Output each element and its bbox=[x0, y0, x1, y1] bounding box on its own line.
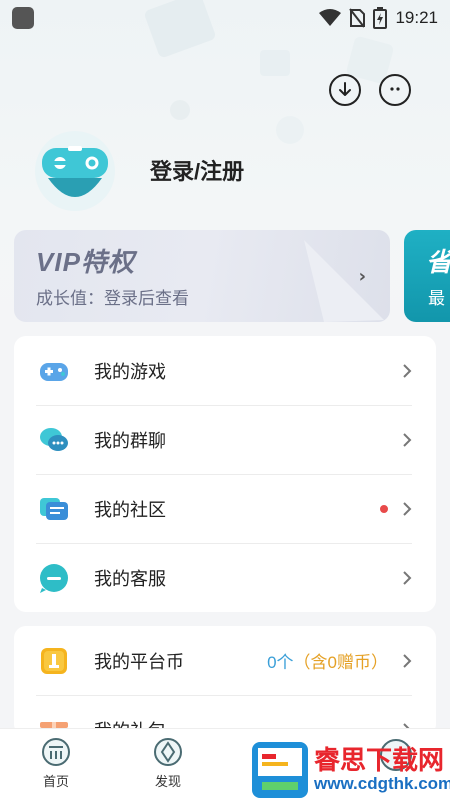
app-notification-icon bbox=[12, 7, 34, 29]
customer-service-icon bbox=[40, 563, 68, 593]
no-sim-icon bbox=[349, 8, 366, 28]
home-icon bbox=[42, 738, 70, 766]
side-card-subtitle: 最 bbox=[428, 289, 445, 308]
gamepad-icon bbox=[40, 362, 68, 381]
menu-item-my-games[interactable]: 我的游戏 bbox=[14, 336, 436, 405]
nav-label: 发现 bbox=[154, 774, 181, 789]
download-icon bbox=[339, 82, 351, 96]
watermark: 睿思下载网 www.cdgthk.com bbox=[250, 738, 450, 800]
menu-label: 我的社区 bbox=[94, 499, 166, 520]
chevron-right-icon bbox=[403, 653, 412, 668]
chat-bubble-icon bbox=[390, 87, 400, 91]
login-register-link[interactable]: 登录/注册 bbox=[150, 154, 244, 186]
avatar[interactable] bbox=[34, 130, 116, 212]
coin-bonus-count: （含0赠币） bbox=[293, 653, 388, 672]
side-card-title: 省 bbox=[426, 247, 450, 277]
vip-card-decoration bbox=[304, 240, 384, 322]
community-icon bbox=[40, 497, 68, 520]
menu-label: 我的平台币 bbox=[94, 651, 184, 672]
nav-tab-discover[interactable]: 发现 bbox=[128, 737, 208, 790]
download-button[interactable] bbox=[329, 74, 361, 106]
menu-card-secondary: 我的平台币 0个（含0赠币） 我的礼包 bbox=[14, 626, 436, 736]
discover-icon bbox=[154, 738, 182, 766]
menu-item-platform-coins[interactable]: 我的平台币 0个（含0赠币） bbox=[14, 626, 436, 695]
nav-tab-home[interactable]: 首页 bbox=[16, 737, 96, 790]
vip-card[interactable]: VIP特权 成长值：登录后查看 › bbox=[14, 230, 390, 322]
chevron-right-icon bbox=[403, 501, 412, 516]
vip-title: VIP特权 bbox=[36, 247, 135, 277]
menu-item-customer-service[interactable]: 我的客服 bbox=[14, 543, 436, 612]
chevron-right-icon: › bbox=[358, 266, 366, 287]
wifi-icon bbox=[319, 9, 342, 26]
chevron-right-icon bbox=[403, 570, 412, 585]
menu-card-primary: 我的游戏 我的群聊 我的社区 我的客服 bbox=[14, 336, 436, 612]
coin-count: 0个 bbox=[267, 653, 294, 672]
chevron-right-icon bbox=[403, 432, 412, 447]
chevron-right-icon bbox=[403, 363, 412, 378]
menu-label: 我的客服 bbox=[94, 568, 166, 589]
status-time: 19:21 bbox=[395, 8, 438, 27]
battery-charging-icon bbox=[373, 7, 388, 29]
menu-item-my-community[interactable]: 我的社区 bbox=[14, 474, 436, 543]
group-chat-icon bbox=[40, 427, 68, 451]
watermark-logo-icon bbox=[252, 742, 308, 798]
notification-dot bbox=[380, 504, 388, 513]
status-bar: 19:21 bbox=[0, 0, 450, 36]
watermark-url: www.cdgthk.com bbox=[314, 774, 450, 793]
watermark-title: 睿思下载网 bbox=[314, 745, 445, 775]
coin-icon bbox=[41, 647, 67, 674]
vip-subtitle: 成长值：登录后查看 bbox=[36, 289, 189, 308]
message-button[interactable] bbox=[379, 74, 411, 106]
menu-item-my-group-chats[interactable]: 我的群聊 bbox=[14, 405, 436, 474]
menu-label: 我的群聊 bbox=[94, 430, 166, 451]
coin-balance: 0个（含0赠币） bbox=[267, 648, 388, 673]
side-promo-card[interactable]: 省 最 bbox=[404, 230, 450, 322]
nav-label: 首页 bbox=[42, 774, 69, 789]
menu-label: 我的游戏 bbox=[94, 361, 166, 382]
